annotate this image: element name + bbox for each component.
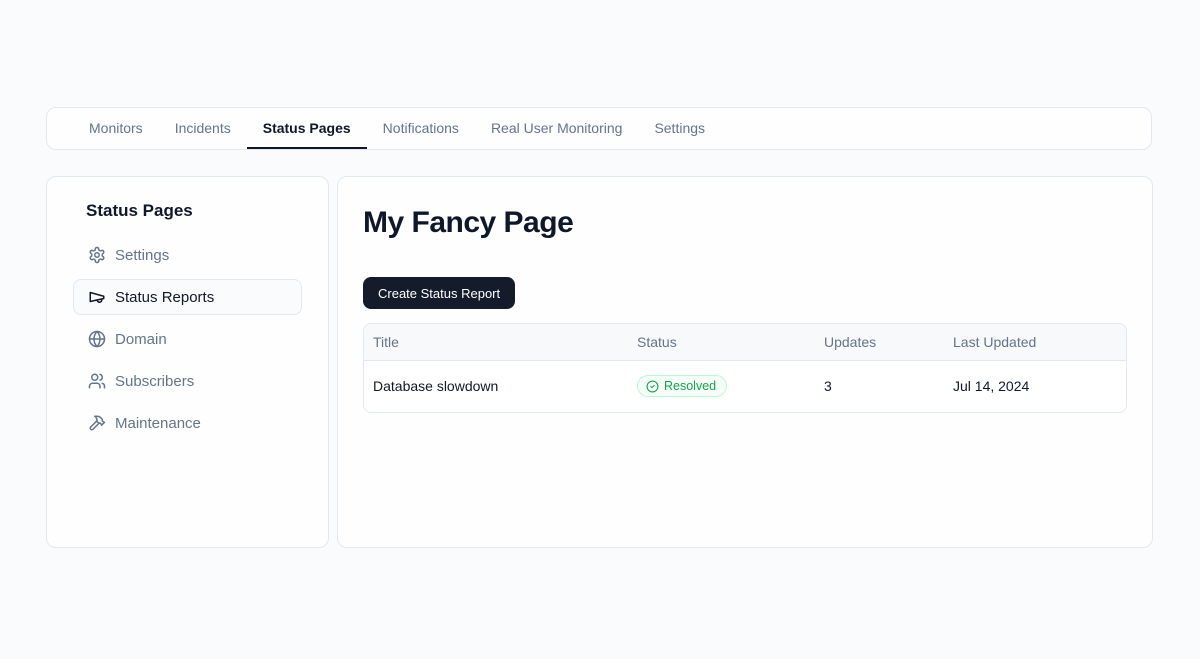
column-header-title: Title bbox=[364, 324, 628, 360]
table-row[interactable]: Database slowdown Resolved 3 Jul 14, 202… bbox=[364, 360, 1126, 412]
users-icon bbox=[88, 372, 106, 390]
sidebar-title: Status Pages bbox=[86, 201, 302, 221]
report-title-cell: Database slowdown bbox=[364, 360, 628, 412]
column-header-updates: Updates bbox=[815, 324, 944, 360]
sidebar-item-label: Subscribers bbox=[115, 373, 194, 390]
column-header-status: Status bbox=[628, 324, 815, 360]
tab-status-pages[interactable]: Status Pages bbox=[247, 108, 367, 149]
create-status-report-button[interactable]: Create Status Report bbox=[363, 277, 515, 309]
megaphone-icon bbox=[88, 288, 106, 306]
sidebar-item-label: Settings bbox=[115, 247, 169, 264]
tab-incidents[interactable]: Incidents bbox=[159, 108, 247, 149]
sidebar-item-maintenance[interactable]: Maintenance bbox=[73, 405, 302, 441]
circle-check-icon bbox=[646, 380, 659, 393]
sidebar-item-domain[interactable]: Domain bbox=[73, 321, 302, 357]
sidebar-item-status-reports[interactable]: Status Reports bbox=[73, 279, 302, 315]
globe-icon bbox=[88, 330, 106, 348]
status-reports-panel: My Fancy Page Create Status Report Title… bbox=[337, 176, 1153, 548]
report-updates-cell: 3 bbox=[815, 360, 944, 412]
sidebar-item-settings[interactable]: Settings bbox=[73, 237, 302, 273]
tab-real-user-monitoring[interactable]: Real User Monitoring bbox=[475, 108, 639, 149]
sidebar-item-label: Domain bbox=[115, 331, 167, 348]
status-pages-sidebar: Status Pages Settings Status Reports Dom… bbox=[46, 176, 329, 548]
report-status-cell: Resolved bbox=[628, 360, 815, 412]
column-header-last-updated: Last Updated bbox=[944, 324, 1126, 360]
page-title: My Fancy Page bbox=[363, 206, 1127, 240]
sidebar-item-subscribers[interactable]: Subscribers bbox=[73, 363, 302, 399]
tab-monitors[interactable]: Monitors bbox=[73, 108, 159, 149]
sidebar-item-label: Status Reports bbox=[115, 289, 214, 306]
top-nav: Monitors Incidents Status Pages Notifica… bbox=[46, 107, 1152, 150]
hammer-icon bbox=[88, 414, 106, 432]
table-header-row: Title Status Updates Last Updated bbox=[364, 324, 1126, 360]
tab-notifications[interactable]: Notifications bbox=[367, 108, 475, 149]
status-badge-label: Resolved bbox=[664, 379, 716, 393]
report-last-updated-cell: Jul 14, 2024 bbox=[944, 360, 1126, 412]
gear-icon bbox=[88, 246, 106, 264]
sidebar-item-label: Maintenance bbox=[115, 415, 201, 432]
status-reports-table: Title Status Updates Last Updated Databa… bbox=[363, 323, 1127, 413]
status-badge: Resolved bbox=[637, 375, 727, 397]
tab-settings[interactable]: Settings bbox=[638, 108, 721, 149]
